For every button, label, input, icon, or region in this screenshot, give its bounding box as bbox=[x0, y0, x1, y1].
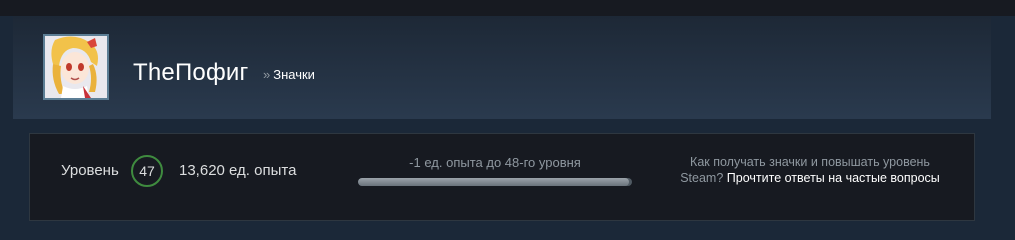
faq-link[interactable]: Прочтите ответы на частые вопросы bbox=[727, 171, 940, 185]
avatar[interactable] bbox=[43, 34, 109, 100]
xp-progress-fill bbox=[358, 178, 630, 186]
breadcrumb-separator: » bbox=[263, 67, 271, 82]
xp-progress-bar bbox=[358, 178, 632, 186]
level-label: Уровень bbox=[61, 162, 119, 179]
level-badge: 47 bbox=[131, 155, 163, 187]
top-strip bbox=[0, 0, 1015, 16]
level-panel: Уровень 47 13,620 ед. опыта -1 ед. опыта… bbox=[29, 133, 975, 221]
profile-name[interactable]: TheПофиг bbox=[133, 59, 248, 87]
breadcrumb-current: Значки bbox=[273, 67, 315, 82]
breadcrumb: » Значки bbox=[263, 66, 315, 84]
avatar-image bbox=[45, 36, 107, 98]
xp-total: 13,620 ед. опыта bbox=[179, 162, 297, 179]
faq-text: Как получать значки и повышать уровень S… bbox=[674, 154, 946, 186]
xp-to-next-level: -1 ед. опыта до 48-го уровня bbox=[409, 155, 581, 170]
anime-girl-avatar-icon bbox=[45, 36, 107, 98]
